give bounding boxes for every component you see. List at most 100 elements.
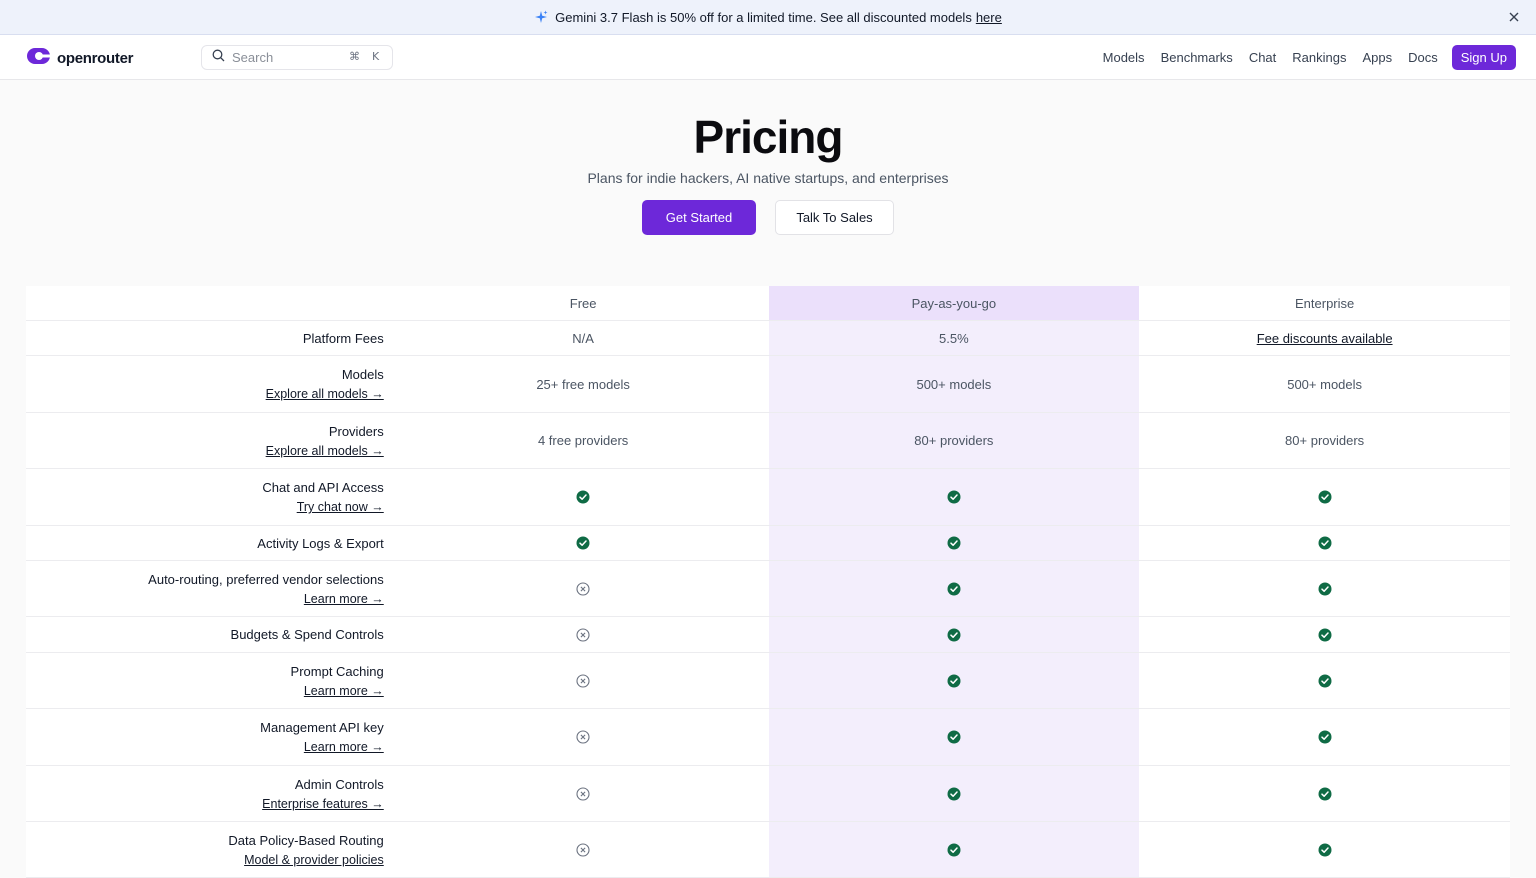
fee-discounts-link[interactable]: Fee discounts available (1257, 331, 1393, 346)
nav-link-rankings[interactable]: Rankings (1292, 50, 1346, 65)
nav-link-chat[interactable]: Chat (1249, 50, 1276, 65)
plan-value: 4 free providers (537, 433, 629, 448)
feature-label-cell: Models Explore all models → (26, 356, 398, 412)
plan-cell-free (398, 469, 769, 525)
plan-cell-pay-as-you-go (768, 617, 1140, 652)
plan-cell-pay-as-you-go (768, 766, 1140, 821)
sign-up-button[interactable]: Sign Up (1451, 45, 1516, 70)
table-row: Prompt Caching Learn more → (26, 653, 1510, 709)
nav-link-models[interactable]: Models (1103, 50, 1145, 65)
banner-text: Gemini 3.7 Flash is 50% off for a limite… (555, 9, 972, 25)
feature-link[interactable]: Learn more → (304, 592, 384, 606)
feature-label: Admin Controls (294, 776, 384, 792)
plan-value: 5.5% (939, 330, 969, 346)
feature-label: Management API key (260, 720, 384, 735)
nav-link-apps[interactable]: Apps (1362, 50, 1392, 65)
table-row: Auto-routing, preferred vendor selection… (26, 561, 1510, 617)
logo-text: openrouter (57, 49, 134, 67)
plan-cell-free (398, 766, 769, 821)
table-row: Models Explore all models → 25+ free model… (26, 356, 1510, 413)
feature-label-cell: Auto-routing, preferred vendor selection… (26, 561, 398, 616)
table-row: Budgets & Spend Controls (26, 617, 1510, 653)
promo-banner: Gemini 3.7 Flash is 50% off for a limite… (0, 0, 1536, 35)
plan-cell-free (398, 561, 769, 616)
plan-value: 500+ models (916, 376, 992, 392)
table-row: Activity Logs & Export (26, 526, 1510, 561)
feature-link[interactable]: Explore all models → (266, 387, 384, 401)
feature-link[interactable]: Enterprise features → (262, 797, 384, 811)
feature-label: Auto-routing, preferred vendor selection… (148, 571, 384, 587)
feature-label: Chat and API Access (262, 480, 384, 495)
plan-cell-enterprise (1139, 617, 1510, 652)
search-box[interactable]: ⌘ K (201, 45, 393, 70)
feature-link[interactable]: Learn more → (304, 740, 384, 754)
feature-label: Models (341, 367, 384, 382)
plan-cell-enterprise (1139, 561, 1510, 616)
plan-value: 25+ free models (536, 376, 630, 392)
x-circle-icon (576, 673, 590, 688)
plan-cell-pay-as-you-go: 80+ providers (768, 413, 1140, 468)
x-circle-icon (576, 730, 590, 744)
table-row: Platform Fees N/A 5.5% Fee discounts availa… (26, 321, 1510, 356)
plan-cell-free (398, 617, 769, 652)
plan-cell-enterprise: 80+ providers (1139, 413, 1510, 468)
check-circle-icon (576, 536, 590, 550)
get-started-button[interactable]: Get Started (642, 200, 756, 235)
check-circle-icon (1318, 582, 1332, 596)
feature-label: Platform Fees (302, 330, 384, 346)
feature-label-cell: Activity Logs & Export (26, 526, 398, 560)
feature-label-cell: Prompt Caching Learn more → (26, 653, 398, 708)
plan-cell-enterprise (1139, 653, 1510, 708)
plan-cell-pay-as-you-go: 500+ models (768, 356, 1140, 412)
shortcut-key: K (372, 50, 380, 63)
plan-cell-pay-as-you-go: 5.5% (768, 321, 1140, 355)
plan-value: 500+ models (1287, 376, 1363, 392)
sparkles-icon (534, 10, 548, 24)
plan-cell-pay-as-you-go (768, 822, 1140, 877)
check-circle-icon (1318, 536, 1332, 550)
check-circle-icon (947, 787, 961, 801)
plan-cell-enterprise (1139, 709, 1510, 765)
x-circle-icon (576, 627, 590, 642)
feature-link[interactable]: Explore all models → (266, 444, 384, 458)
check-circle-icon (947, 843, 961, 857)
table-row: Data Policy-Based Routing Model & provide… (26, 822, 1510, 878)
feature-label-cell: Platform Fees (26, 321, 398, 355)
search-input[interactable] (232, 50, 342, 65)
check-circle-icon (947, 490, 961, 504)
plan-cell-free: N/A (398, 321, 769, 355)
feature-link[interactable]: Model & provider policies (244, 853, 384, 867)
hero-buttons: Get Started Talk To Sales (0, 200, 1536, 235)
plan-cell-enterprise: 500+ models (1139, 356, 1510, 412)
feature-link[interactable]: Learn more → (304, 684, 384, 698)
plan-cell-pay-as-you-go (768, 526, 1140, 560)
feature-link[interactable]: Try chat now → (297, 500, 384, 514)
header-spacer (26, 286, 398, 320)
table-row: Management API key Learn more → (26, 709, 1510, 766)
plan-cell-free: 4 free providers (398, 413, 769, 468)
x-circle-icon (576, 581, 590, 596)
feature-label: Budgets & Spend Controls (230, 627, 384, 642)
feature-label-cell: Budgets & Spend Controls (26, 617, 398, 652)
feature-label-cell: Chat and API Access Try chat now → (26, 469, 398, 525)
shortcut-cmd: ⌘ (349, 50, 360, 63)
check-circle-icon (1318, 787, 1332, 801)
banner-link-here[interactable]: here (976, 10, 1002, 25)
feature-label-cell: Providers Explore all models → (26, 413, 398, 468)
plan-cell-enterprise (1139, 469, 1510, 525)
check-circle-icon (947, 730, 961, 744)
nav-link-benchmarks[interactable]: Benchmarks (1161, 50, 1233, 65)
check-circle-icon (1318, 490, 1332, 504)
pricing-table: Free Pay-as-you-go Enterprise Platform F… (26, 286, 1510, 878)
logo[interactable]: openrouter (26, 47, 133, 69)
close-icon[interactable] (1506, 9, 1522, 25)
plan-value: N/A (572, 330, 594, 346)
check-circle-icon (1318, 730, 1332, 744)
plan-header-free: Free (569, 295, 597, 311)
check-circle-icon (947, 536, 961, 550)
table-row: Chat and API Access Try chat now → (26, 469, 1510, 526)
check-circle-icon (1318, 843, 1332, 857)
nav-link-docs[interactable]: Docs (1408, 50, 1438, 65)
check-circle-icon (947, 582, 961, 596)
talk-to-sales-button[interactable]: Talk To Sales (775, 200, 894, 235)
